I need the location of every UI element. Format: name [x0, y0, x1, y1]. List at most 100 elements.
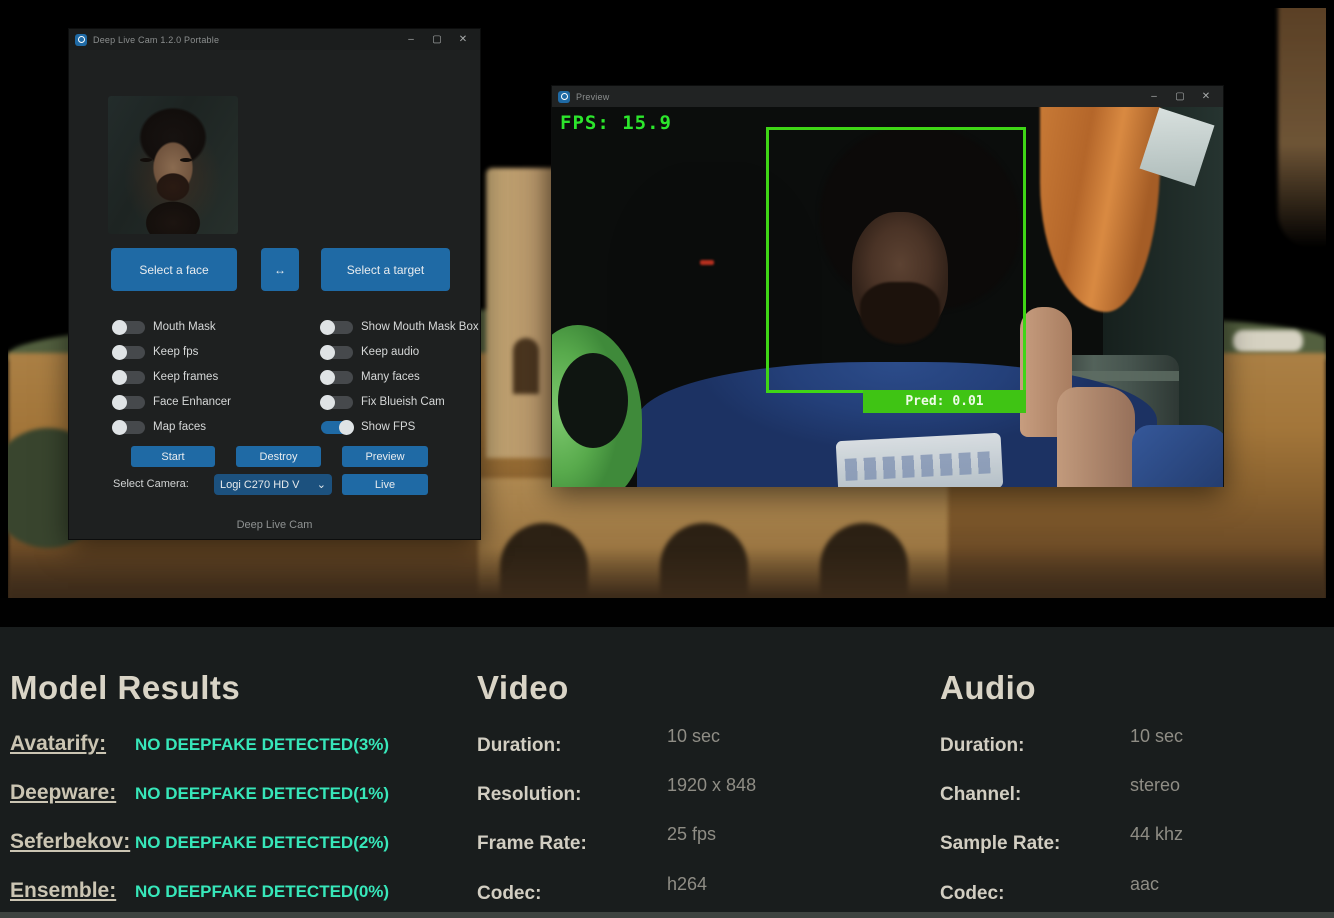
results-panel: Model Results Avatarify: NO DEEPFAKE DET… [0, 627, 1334, 918]
preview-titlebar[interactable]: Preview – ▢ ✕ [552, 86, 1223, 107]
audio-meta-row: Channel: stereo [940, 784, 1180, 806]
camera-dropdown[interactable]: Logi C270 HD V ⌄ [214, 474, 332, 495]
minimize-button[interactable]: – [398, 29, 424, 50]
face-eye [180, 158, 192, 162]
toggle-keep-audio[interactable]: Keep audio [321, 344, 419, 360]
toggle-switch[interactable] [113, 421, 145, 434]
toggle-label: Keep audio [361, 346, 419, 358]
audio-meta-row: Sample Rate: 44 khz [940, 833, 1183, 855]
scene-person-arm [1057, 387, 1135, 487]
wallpaper-tree-streak [1278, 8, 1326, 248]
toggle-label: Show FPS [361, 421, 415, 433]
video-meta-row: Resolution: 1920 x 848 [477, 784, 756, 806]
toggle-switch[interactable] [113, 396, 145, 409]
toggle-switch[interactable] [113, 321, 145, 334]
toggle-switch[interactable] [321, 346, 353, 359]
swap-faces-button[interactable]: ↔ [261, 248, 299, 291]
close-button[interactable]: ✕ [450, 29, 476, 50]
toggle-label: Fix Blueish Cam [361, 396, 445, 408]
live-button[interactable]: Live [342, 474, 428, 495]
face-detection-box [766, 127, 1026, 393]
toggle-label: Face Enhancer [153, 396, 231, 408]
audio-meta-row: Codec: aac [940, 883, 1159, 905]
toggle-map-faces[interactable]: Map faces [113, 419, 206, 435]
model-name: Avatarify: [10, 732, 135, 756]
main-titlebar[interactable]: Deep Live Cam 1.2.0 Portable – ▢ ✕ [69, 29, 480, 50]
meta-label: Codec: [940, 883, 1130, 905]
main-window-title: Deep Live Cam 1.2.0 Portable [93, 35, 219, 45]
meta-label: Duration: [940, 735, 1130, 757]
toggle-switch[interactable] [321, 321, 353, 334]
panel-bottom-edge [0, 912, 1334, 918]
toggle-mouth-mask[interactable]: Mouth Mask [113, 319, 216, 335]
meta-label: Channel: [940, 784, 1130, 806]
app-icon [558, 91, 570, 103]
deep-live-cam-window: Deep Live Cam 1.2.0 Portable – ▢ ✕ Selec… [68, 28, 481, 540]
app-icon [75, 34, 87, 46]
meta-value: h264 [667, 874, 707, 896]
destroy-button[interactable]: Destroy [236, 446, 321, 467]
model-result-row: Avatarify: NO DEEPFAKE DETECTED(3%) [10, 732, 389, 756]
toggle-switch[interactable] [321, 421, 353, 434]
select-camera-label: Select Camera: [113, 478, 189, 490]
model-verdict: NO DEEPFAKE DETECTED(1%) [135, 784, 389, 804]
audio-section-title: Audio [940, 669, 1036, 707]
model-verdict: NO DEEPFAKE DETECTED(2%) [135, 833, 389, 853]
meta-value: 44 khz [1130, 824, 1183, 846]
video-meta-row: Duration: 10 sec [477, 735, 720, 757]
model-verdict: NO DEEPFAKE DETECTED(0%) [135, 882, 389, 902]
minimize-button[interactable]: – [1141, 86, 1167, 107]
toggle-show-fps[interactable]: Show FPS [321, 419, 415, 435]
select-target-button[interactable]: Select a target [321, 248, 450, 291]
meta-label: Frame Rate: [477, 833, 667, 855]
model-name: Ensemble: [10, 879, 135, 903]
toggle-label: Keep fps [153, 346, 198, 358]
model-name: Seferbekov: [10, 830, 135, 854]
toggle-label: Keep frames [153, 371, 218, 383]
audio-meta-row: Duration: 10 sec [940, 735, 1183, 757]
wallpaper-ground-shadow [8, 548, 1326, 598]
toggle-show-mouth-mask-box[interactable]: Show Mouth Mask Box [321, 319, 479, 335]
fps-overlay: FPS: 15.9 [560, 112, 672, 134]
toggle-label: Map faces [153, 421, 206, 433]
toggle-switch[interactable] [113, 371, 145, 384]
chevron-down-icon: ⌄ [317, 478, 326, 491]
meta-value: stereo [1130, 775, 1180, 797]
camera-dropdown-value: Logi C270 HD V [220, 479, 300, 491]
model-result-row: Deepware: NO DEEPFAKE DETECTED(1%) [10, 781, 389, 805]
preview-window-title: Preview [576, 92, 609, 102]
toggle-keep-fps[interactable]: Keep fps [113, 344, 198, 360]
start-button[interactable]: Start [131, 446, 215, 467]
toggle-switch[interactable] [113, 346, 145, 359]
select-face-button[interactable]: Select a face [111, 248, 237, 291]
wallpaper-ruin-door [513, 338, 539, 394]
maximize-button[interactable]: ▢ [1167, 86, 1193, 107]
app-footer-label: Deep Live Cam [69, 519, 480, 531]
toggle-many-faces[interactable]: Many faces [321, 369, 420, 385]
close-button[interactable]: ✕ [1193, 86, 1219, 107]
wallpaper-rocks [1233, 330, 1303, 352]
panel-separator [0, 598, 1334, 627]
maximize-button[interactable]: ▢ [424, 29, 450, 50]
meta-value: 10 sec [667, 726, 720, 748]
scene-red-led [700, 260, 714, 265]
toggle-label: Mouth Mask [153, 321, 216, 333]
meta-label: Sample Rate: [940, 833, 1130, 855]
toggle-label: Show Mouth Mask Box [361, 321, 479, 333]
model-name: Deepware: [10, 781, 135, 805]
toggle-face-enhancer[interactable]: Face Enhancer [113, 394, 231, 410]
preview-button[interactable]: Preview [342, 446, 428, 467]
toggle-keep-frames[interactable]: Keep frames [113, 369, 218, 385]
toggle-fix-blueish-cam[interactable]: Fix Blueish Cam [321, 394, 445, 410]
source-face-image [108, 96, 238, 234]
model-verdict: NO DEEPFAKE DETECTED(3%) [135, 735, 389, 755]
model-result-row: Ensemble: NO DEEPFAKE DETECTED(0%) [10, 879, 389, 903]
webcam-video-feed: Pred: 0.01 FPS: 15.9 [552, 107, 1223, 487]
preview-window: Preview – ▢ ✕ Pred: 0.01 FPS: 15.9 [551, 85, 1224, 487]
meta-value: 25 fps [667, 824, 716, 846]
toggle-switch[interactable] [321, 371, 353, 384]
video-meta-row: Frame Rate: 25 fps [477, 833, 716, 855]
toggle-switch[interactable] [321, 396, 353, 409]
video-meta-row: Codec: h264 [477, 883, 707, 905]
meta-label: Codec: [477, 883, 667, 905]
